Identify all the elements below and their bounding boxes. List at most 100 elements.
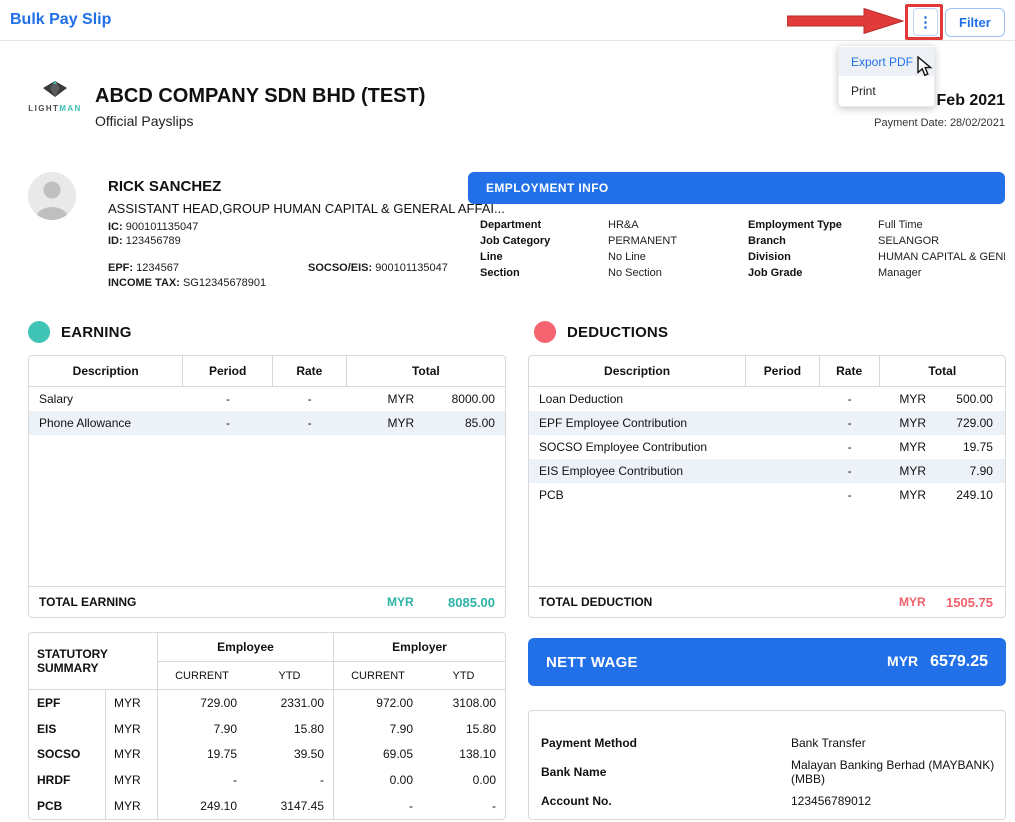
employment-info-left-column: Department HR&A Job Category PERMANENT L…	[468, 219, 736, 280]
cell-total: MYR 500.00	[899, 392, 993, 406]
stat-value: -	[246, 767, 334, 794]
payment-value: 123456789012	[791, 793, 872, 808]
cell-period: -	[226, 392, 231, 406]
bulk-pay-slip-page: Bulk Pay Slip ⋮ Filter Export PDF Print …	[0, 0, 1015, 822]
stat-value: -	[492, 799, 496, 814]
field-value: PERMANENT	[608, 235, 678, 247]
logo-diamond-icon	[43, 81, 67, 97]
filter-button-label: Filter	[959, 15, 991, 30]
stat-row-label: EPF	[29, 690, 106, 716]
filter-button[interactable]: Filter	[945, 8, 1005, 37]
statutory-summary-table: STATUTORY SUMMARY Employee Employer CURR…	[28, 632, 506, 820]
nett-wage-banner: NETT WAGE MYR 6579.25	[528, 638, 1006, 686]
cell-total: MYR 19.75	[899, 440, 993, 454]
stat-row-label: PCB	[29, 793, 106, 819]
kebab-icon: ⋮	[918, 14, 933, 31]
page-title: Bulk Pay Slip	[10, 11, 112, 28]
stat-value: 0.00	[389, 773, 413, 788]
payment-info-box: Payment Method Bank Transfer Bank Name M…	[528, 710, 1006, 820]
cell-rate: -	[307, 392, 312, 406]
stat-value: 7.90	[213, 721, 237, 736]
payment-value: Malayan Banking Berhad (MAYBANK) (MBB)	[791, 757, 995, 786]
statutory-summary-title: STATUTORY SUMMARY	[29, 633, 158, 690]
cell-description: Loan Deduction	[539, 392, 624, 406]
stat-value: 3147.45	[246, 793, 334, 819]
employee-group-header: Employee	[158, 633, 334, 662]
payment-label: Bank Name	[541, 764, 607, 779]
total-deduction-label: TOTAL DEDUCTION	[539, 595, 653, 609]
field-label: Department	[480, 219, 542, 231]
column-header: YTD	[246, 662, 334, 690]
field-label: Employment Type	[748, 219, 842, 231]
cell-description: Phone Allowance	[39, 416, 132, 430]
stat-value: 7.90	[389, 721, 413, 736]
company-name: ABCD COMPANY SDN BHD (TEST)	[95, 85, 426, 107]
column-header: Description	[29, 356, 184, 386]
deductions-section-header: DEDUCTIONS	[534, 321, 668, 343]
field-value: HUMAN CAPITAL & GENE...	[878, 251, 1005, 263]
mouse-cursor-icon	[917, 56, 933, 77]
stat-value: 729.00	[200, 695, 237, 710]
employer-group-header: Employer	[334, 633, 505, 662]
employee-avatar	[28, 172, 76, 220]
stat-value: 15.80	[246, 715, 334, 742]
stat-value: 138.10	[459, 747, 496, 762]
cell-description: PCB	[539, 488, 564, 502]
stat-value: 249.10	[200, 799, 237, 814]
deductions-table: Description Period Rate Total Loan Deduc…	[528, 355, 1006, 618]
cell-rate: -	[847, 416, 852, 430]
employee-name: RICK SANCHEZ	[108, 178, 222, 195]
cell-period: -	[226, 416, 231, 430]
column-header: Total	[411, 364, 440, 378]
cell-total: MYR 7.90	[899, 464, 993, 478]
table-row: EIS Employee Contribution - MYR 7.90	[529, 459, 1005, 483]
column-header: Description	[529, 356, 747, 386]
cell-total: MYR 8000.00	[387, 392, 495, 406]
employment-info-fields: Department HR&A Job Category PERMANENT L…	[468, 219, 1005, 280]
cell-rate: -	[847, 488, 852, 502]
cell-description: EPF Employee Contribution	[539, 416, 688, 430]
menu-item-print[interactable]: Print	[839, 76, 934, 105]
table-row: Salary - - MYR 8000.00	[29, 387, 505, 411]
deductions-table-header: Description Period Rate Total	[529, 356, 1005, 387]
stat-row-label: EIS	[29, 715, 106, 742]
stat-row-label: HRDF	[29, 767, 106, 794]
total-earning-amount: MYR 8085.00	[387, 594, 495, 610]
earning-table-body: Salary - - MYR 8000.00 Phone Allowance - …	[29, 387, 505, 586]
stat-value: 39.50	[246, 741, 334, 768]
employee-id: ID: 123456789	[108, 235, 181, 247]
field-label: Job Category	[480, 235, 551, 247]
deductions-dot-icon	[534, 321, 556, 343]
table-row: PCB - MYR 249.10	[529, 483, 1005, 507]
payment-row: Payment Method Bank Transfer	[541, 728, 1005, 757]
column-header: CURRENT	[334, 662, 422, 690]
nett-wage-amount: MYR 6579.25	[887, 653, 988, 670]
stat-value: 0.00	[472, 773, 496, 788]
table-row: Loan Deduction - MYR 500.00	[529, 387, 1005, 411]
field-value: No Line	[608, 251, 646, 263]
payment-date: Payment Date: 28/02/2021	[874, 117, 1005, 129]
logo-text: LIGHTMAN	[28, 104, 82, 113]
deduction-total-row: TOTAL DEDUCTION MYR 1505.75	[529, 586, 1005, 617]
deductions-table-body: Loan Deduction - MYR 500.00 EPF Employee …	[529, 387, 1005, 586]
field-value: No Section	[608, 267, 662, 279]
field-label: Line	[480, 251, 503, 263]
column-header: Rate	[820, 356, 880, 386]
payment-row: Bank Name Malayan Banking Berhad (MAYBAN…	[541, 757, 1005, 786]
payment-label: Payment Method	[541, 735, 638, 750]
field-label: Job Grade	[748, 267, 803, 279]
stat-value: 2331.00	[246, 690, 334, 716]
field-label: Division	[748, 251, 791, 263]
employment-info-banner: EMPLOYMENT INFO	[468, 172, 1005, 204]
cell-total: MYR 85.00	[387, 416, 495, 430]
table-row: EPF Employee Contribution - MYR 729.00	[529, 411, 1005, 435]
total-earning-label: TOTAL EARNING	[39, 595, 137, 609]
more-options-button[interactable]: ⋮	[913, 8, 938, 36]
stat-currency: MYR	[106, 793, 158, 819]
company-logo: LIGHTMAN	[22, 80, 88, 113]
field-label: Section	[480, 267, 520, 279]
cell-description: SOCSO Employee Contribution	[539, 440, 708, 454]
stat-value: 972.00	[376, 695, 413, 710]
nett-wage-label: NETT WAGE	[546, 653, 638, 671]
deductions-section-title: DEDUCTIONS	[567, 323, 669, 341]
